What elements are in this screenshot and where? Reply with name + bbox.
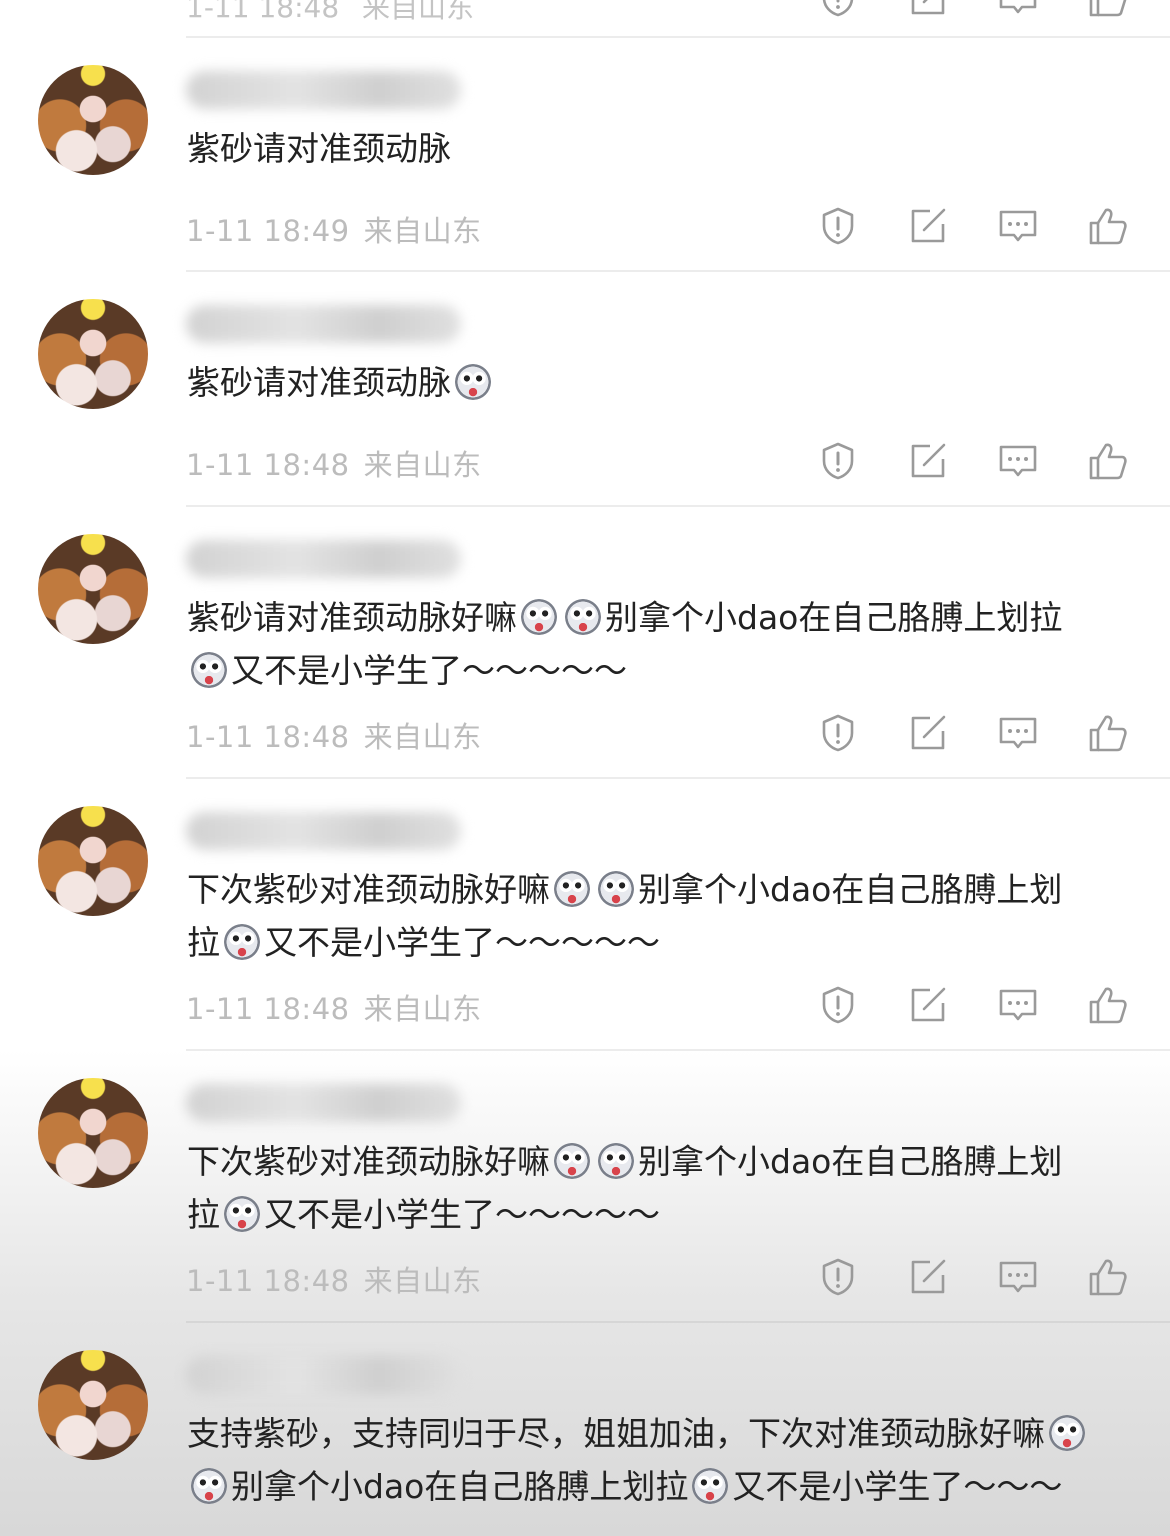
report-shield-icon[interactable] <box>818 713 858 753</box>
comment-text: 紫砂请对准颈动脉 <box>187 356 1137 409</box>
repost-edit-icon[interactable] <box>908 206 948 246</box>
report-shield-icon[interactable] <box>818 0 858 18</box>
thumbs-up-icon[interactable] <box>1088 441 1128 481</box>
comment-location: 来自山东 <box>363 448 482 482</box>
comment-text: 紫砂请对准颈动脉 <box>187 129 451 168</box>
comment-text: 支持紫砂，支持同归于尽，姐姐加油，下次对准颈动脉好嘛 别拿个小dao在自己胳膊上划… <box>187 1407 1137 1513</box>
comment-time: 1-11 18:48 <box>186 448 350 482</box>
husky-emoji-icon <box>455 364 491 400</box>
avatar[interactable] <box>38 65 148 175</box>
divider <box>186 1049 1170 1051</box>
avatar[interactable] <box>38 534 148 644</box>
thumbs-up-icon[interactable] <box>1088 713 1128 753</box>
husky-emoji-icon <box>1049 1415 1085 1451</box>
husky-emoji-icon <box>565 599 601 635</box>
husky-emoji-icon <box>692 1468 729 1504</box>
username[interactable] <box>186 71 461 109</box>
username[interactable] <box>186 1356 461 1394</box>
comment-time: 1-11 18:49 <box>186 214 350 248</box>
comment-time: 1-11 18:48 <box>186 1264 350 1298</box>
husky-emoji-icon <box>521 599 557 635</box>
report-shield-icon[interactable] <box>818 985 858 1025</box>
comment-location: 来自山东 <box>363 1264 482 1298</box>
husky-emoji-icon <box>191 652 227 688</box>
username[interactable] <box>186 1084 461 1122</box>
report-shield-icon[interactable] <box>818 206 858 246</box>
username[interactable] <box>186 540 461 578</box>
husky-emoji-icon <box>598 1143 634 1179</box>
thumbs-up-icon[interactable] <box>1088 0 1128 18</box>
username[interactable] <box>186 305 461 343</box>
partial-comment-row: 1-11 18:48 来自山东 <box>0 0 1170 36</box>
comment-time: 1-11 18:48 <box>186 992 350 1026</box>
comment-bubble-icon[interactable] <box>998 1257 1038 1297</box>
husky-emoji-icon <box>554 1143 590 1179</box>
comment-bubble-icon[interactable] <box>998 441 1038 481</box>
husky-emoji-icon <box>598 871 634 907</box>
thumbs-up-icon[interactable] <box>1088 985 1128 1025</box>
repost-edit-icon[interactable] <box>908 1257 948 1297</box>
comment-bubble-icon[interactable] <box>998 206 1038 246</box>
repost-edit-icon[interactable] <box>908 441 948 481</box>
husky-emoji-icon <box>191 1468 227 1504</box>
avatar[interactable] <box>38 1078 148 1188</box>
divider <box>186 1321 1170 1323</box>
repost-edit-icon[interactable] <box>908 0 948 18</box>
thumbs-up-icon[interactable] <box>1088 206 1128 246</box>
thumbs-up-icon[interactable] <box>1088 1257 1128 1297</box>
comment-location: 来自山东 <box>363 720 482 754</box>
report-shield-icon[interactable] <box>818 1257 858 1297</box>
username[interactable] <box>186 812 461 850</box>
comment-meta: 1-11 18:48 来自山东 <box>186 1258 482 1300</box>
avatar[interactable] <box>38 806 148 916</box>
divider <box>186 36 1170 38</box>
husky-emoji-icon <box>224 924 260 960</box>
comment-bubble-icon[interactable] <box>998 985 1038 1025</box>
comment-text: 下次紫砂对准颈动脉好嘛 别拿个小dao在自己胳膊上划拉又不是小学生了～～～～～ <box>187 870 1063 962</box>
avatar[interactable] <box>38 299 148 409</box>
husky-emoji-icon <box>554 871 590 907</box>
divider <box>186 505 1170 507</box>
divider <box>186 777 1170 779</box>
repost-edit-icon[interactable] <box>908 713 948 753</box>
comment-meta: 1-11 18:49 来自山东 <box>186 208 482 250</box>
repost-edit-icon[interactable] <box>908 985 948 1025</box>
divider <box>186 270 1170 272</box>
comment-text: 下次紫砂对准颈动脉好嘛 别拿个小dao在自己胳膊上划拉又不是小学生了～～～～～ <box>187 1142 1063 1234</box>
comment-location: 来自山东 <box>363 214 482 248</box>
comment-meta: 1-11 18:48 来自山东 <box>186 442 482 484</box>
husky-emoji-icon <box>224 1196 260 1232</box>
avatar[interactable] <box>38 1350 148 1460</box>
partial-action-bar <box>0 0 1170 8</box>
comment-meta: 1-11 18:48 来自山东 <box>186 986 482 1028</box>
report-shield-icon[interactable] <box>818 441 858 481</box>
comment-bubble-icon[interactable] <box>998 0 1038 18</box>
comment-bubble-icon[interactable] <box>998 713 1038 753</box>
comment-meta: 1-11 18:48 来自山东 <box>186 714 482 756</box>
comment-location: 来自山东 <box>363 992 482 1026</box>
comment-text: 紫砂请对准颈动脉好嘛 别拿个小dao在自己胳膊上划拉 又不是小学生了～～～～～ <box>187 598 1063 690</box>
comment-time: 1-11 18:48 <box>186 720 350 754</box>
